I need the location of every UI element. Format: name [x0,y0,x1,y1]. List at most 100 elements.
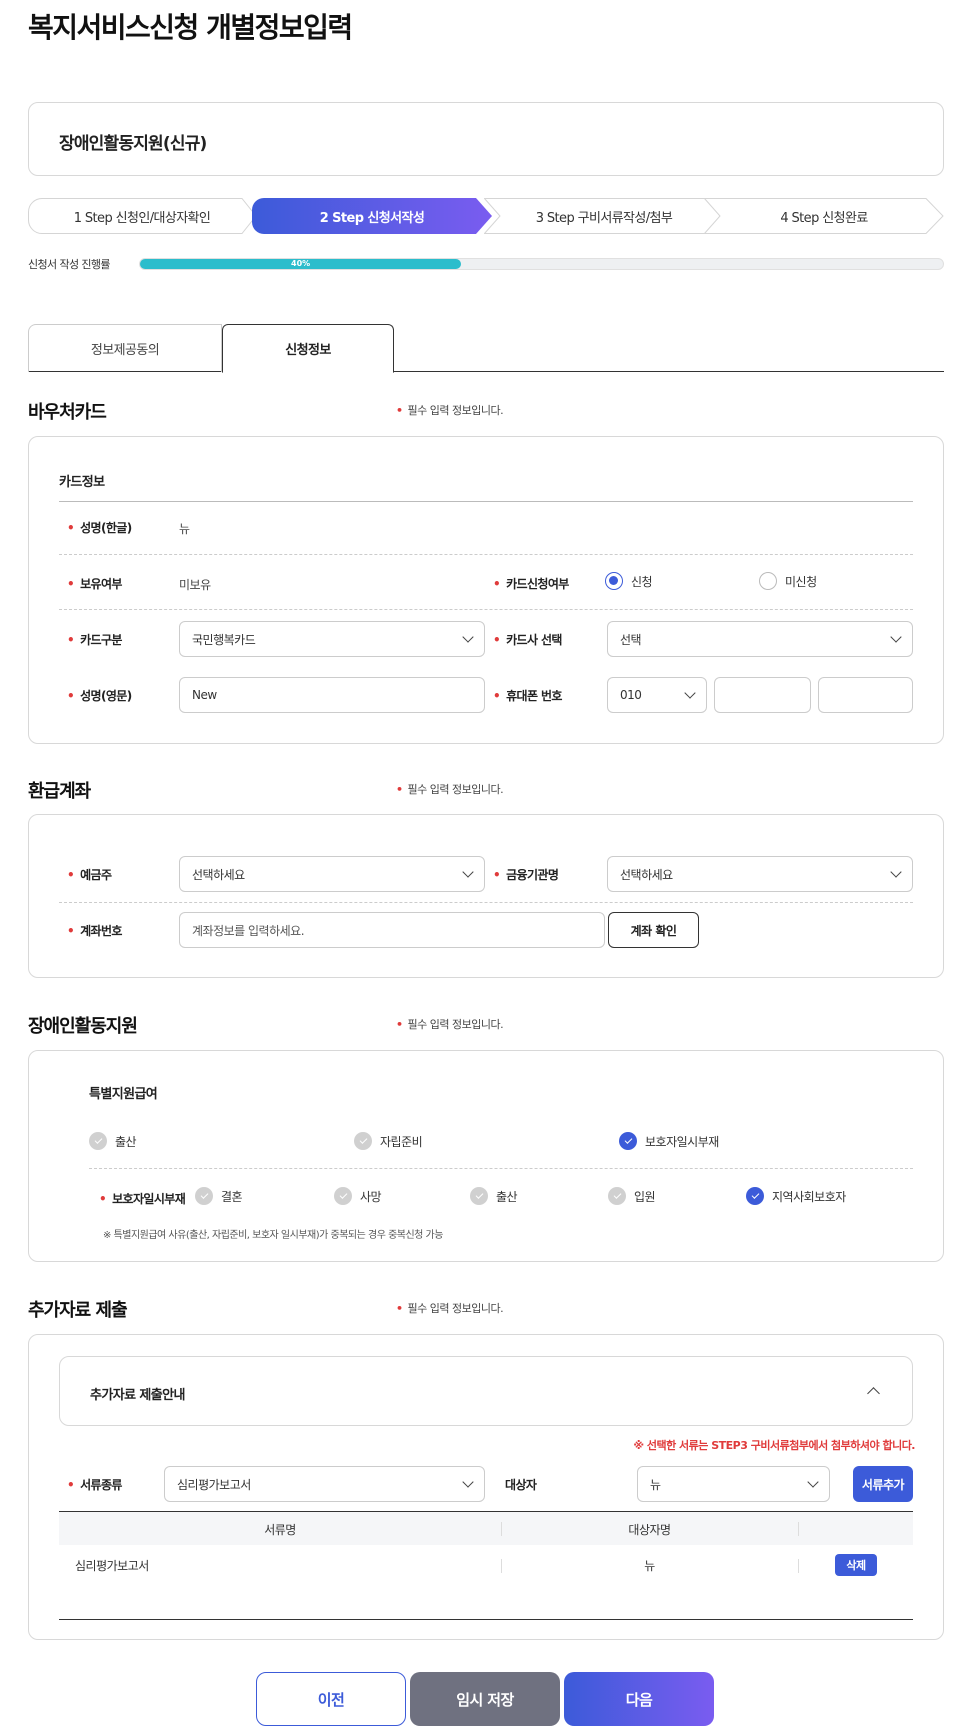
special-support-title: 특별지원급여 [89,1087,158,1102]
step-indicator: 1 Step 신청인/대상자확인 2 Step 신청서작성 3 Step 구비서… [28,198,944,234]
progress-label: 신청서 작성 진행률 [28,258,111,271]
page-title: 복지서비스신청 개별정보입력 [28,11,353,44]
additional-section-title: 추가자료 제출 [28,1300,128,1321]
check-icon [619,1132,637,1150]
ownership-label: • 보유여부 [67,577,122,591]
guardian-absence-label: • 보호자일시부재 [99,1192,186,1206]
refund-account-box: • 예금주 선택하세요 • 금융기관명 선택하세요 • 계좌번호 계좌정보를 입력하세… [28,814,944,978]
table-row: 심리평가보고서 뉴 삭제 [59,1545,913,1585]
card-type-select[interactable]: 국민행복카드 [179,621,485,657]
check-icon [195,1187,213,1205]
additional-docs-box: 추가자료 제출안내 ※ 선택한 서류는 STEP3 구비서류첨부에서 첨부하셔야… [28,1334,944,1640]
required-note: • 필수 입력 정보입니다. [396,1302,504,1315]
required-note: • 필수 입력 정보입니다. [396,783,504,796]
chevron-down-icon [890,631,902,643]
tab-bar: 정보제공동의 신청정보 [28,324,944,373]
option-community-guardian[interactable]: 지역사회보호자 [746,1187,846,1205]
check-icon [354,1132,372,1150]
required-note: • 필수 입력 정보입니다. [396,402,504,418]
chevron-down-icon [462,866,474,878]
radio-checked-icon [605,572,623,590]
ownership-value: 미보유 [179,578,211,592]
service-name-box: 장애인활동지원(신규) [28,102,944,176]
temp-save-button[interactable]: 임시 저장 [410,1672,560,1726]
bank-label: • 금융기관명 [493,868,559,882]
voucher-card-box: 카드정보 • 성명(한글) 뉴 • 보유여부 미보유 • 카드신청여부 신청 미신청 … [28,436,944,744]
option-marriage[interactable]: 결혼 [195,1187,243,1205]
bank-select[interactable]: 선택하세요 [607,856,913,892]
next-button[interactable]: 다음 [564,1672,714,1726]
tab-application-info[interactable]: 신청정보 [222,324,394,373]
check-icon [608,1187,626,1205]
check-icon [334,1187,352,1205]
step-1-label: 1 Step 신청인/대상자확인 [73,210,211,226]
option-death[interactable]: 사망 [334,1187,382,1205]
chevron-down-icon [462,631,474,643]
attach-warning: ※ 선택한 서류는 STEP3 구비서류첨부에서 첨부하셔야 합니다. [633,1439,915,1452]
progress-fill: 40% [140,259,462,269]
radio-unchecked-icon [759,572,777,590]
account-input[interactable]: 계좌정보를 입력하세요. [179,912,605,948]
phone-middle-input[interactable] [714,677,811,713]
name-en-label: • 성명(영문) [67,689,132,703]
docs-table-header: 서류명 대상자명 [59,1511,913,1545]
option-independence[interactable]: 자립준비 [354,1132,423,1150]
holder-select[interactable]: 선택하세요 [179,856,485,892]
step-2-label: 2 Step 신청서작성 [319,210,425,226]
name-kr-label: • 성명(한글) [67,521,132,535]
prev-button[interactable]: 이전 [256,1672,406,1726]
col-target-name: 대상자명 [628,1523,671,1537]
verify-account-button[interactable]: 계좌 확인 [608,912,699,948]
option-birth-sub[interactable]: 출산 [470,1187,518,1205]
guide-accordion[interactable]: 추가자료 제출안내 [59,1356,913,1426]
required-note-text: 필수 입력 정보입니다. [407,404,504,417]
check-icon [470,1187,488,1205]
delete-button[interactable]: 삭제 [835,1554,877,1576]
required-note: • 필수 입력 정보입니다. [396,1018,504,1031]
step-3-label: 3 Step 구비서류작성/첨부 [535,210,673,226]
card-company-select[interactable]: 선택 [607,621,913,657]
chevron-down-icon [807,1476,819,1488]
step-1: 1 Step 신청인/대상자확인 [28,198,257,234]
guide-title: 추가자료 제출안내 [90,1388,185,1403]
support-note: ※ 특별지원급여 사유(출산, 자립준비, 보호자 일시부재)가 중복되는 경우… [103,1230,443,1241]
card-apply-yes-radio[interactable]: 신청 [605,572,653,590]
support-section-title: 장애인활동지원 [28,1016,138,1037]
phone-prefix-select[interactable]: 010 [607,677,707,713]
check-icon [89,1132,107,1150]
required-mark: • [396,404,403,417]
holder-label: • 예금주 [67,868,112,882]
add-document-button[interactable]: 서류추가 [853,1466,913,1502]
target-label: 대상자 [505,1478,537,1492]
service-name: 장애인활동지원(신규) [59,134,207,154]
card-apply-label: • 카드신청여부 [493,577,569,591]
phone-label: • 휴대폰 번호 [493,689,562,703]
col-doc-name: 서류명 [264,1523,296,1537]
voucher-section-title: 바우처카드 [28,402,107,423]
option-guardian-absence[interactable]: 보호자일시부재 [619,1132,719,1150]
doc-type-select[interactable]: 심리평가보고서 [164,1466,485,1502]
row-target-name: 뉴 [644,1559,655,1573]
step-2: 2 Step 신청서작성 [252,198,492,234]
check-icon [746,1187,764,1205]
refund-section-title: 환급계좌 [28,781,91,802]
phone-last-input[interactable] [818,677,913,713]
chevron-up-icon[interactable] [867,1387,880,1400]
step-4-label: 4 Step 신청완료 [780,210,868,226]
target-select[interactable]: 뉴 [637,1466,830,1502]
card-info-title: 카드정보 [59,475,105,490]
name-kr-value: 뉴 [179,522,190,536]
chevron-down-icon [684,687,696,699]
option-birth[interactable]: 출산 [89,1132,137,1150]
chevron-down-icon [890,866,902,878]
step-4: 4 Step 신청완료 [704,198,944,234]
chevron-down-icon [462,1476,474,1488]
card-apply-no-radio[interactable]: 미신청 [759,572,817,590]
name-en-input[interactable]: New [179,677,485,713]
account-label: • 계좌번호 [67,924,122,938]
card-type-label: • 카드구분 [67,633,122,647]
support-box: 특별지원급여 출산 자립준비 보호자일시부재 • 보호자일시부재 결혼 사망 출산… [28,1050,944,1262]
step-3: 3 Step 구비서류작성/첨부 [484,198,724,234]
option-hospital[interactable]: 입원 [608,1187,656,1205]
tab-info-consent[interactable]: 정보제공동의 [28,324,222,372]
